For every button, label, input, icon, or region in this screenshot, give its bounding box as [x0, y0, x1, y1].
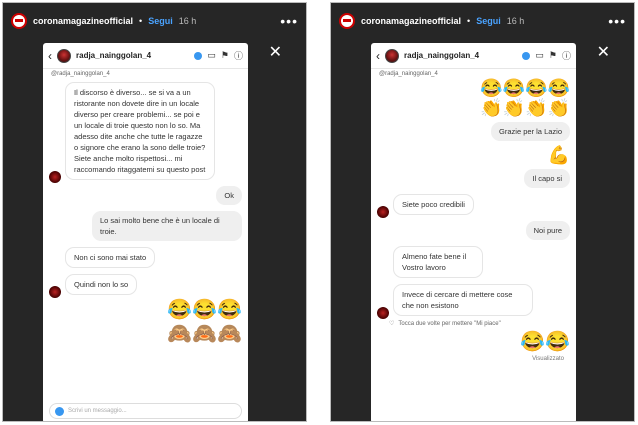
message-list: 😂😂😂😂 👏👏👏👏 Grazie per la Lazio 💪 Il capo …	[371, 79, 576, 365]
emoji-message[interactable]: 🙈🙈🙈	[49, 322, 242, 346]
sender-avatar	[49, 171, 61, 183]
magazine-avatar[interactable]	[11, 13, 27, 29]
verified-icon	[194, 51, 203, 60]
message-row: Il capo si	[377, 166, 570, 191]
story-header: coronamagazineofficial • Segui 16 h •••	[11, 11, 298, 31]
back-icon[interactable]: ‹	[48, 49, 52, 63]
follow-button[interactable]: Segui	[148, 16, 173, 26]
message-row: Il discorso è diverso... se si va a un r…	[49, 79, 242, 183]
dm-header: ‹ radja_nainggolan_4 ▭ ⚑ ⓘ	[43, 43, 248, 69]
heart-icon[interactable]: ♡	[389, 319, 394, 330]
message-row: Non ci sono mai stato	[49, 244, 242, 271]
back-icon[interactable]: ‹	[376, 49, 380, 63]
message-row: Quindi non lo so	[49, 271, 242, 298]
input-placeholder: Scrivi un messaggio...	[68, 408, 127, 414]
story-username[interactable]: coronamagazineofficial	[361, 16, 461, 26]
message-input[interactable]: Scrivi un messaggio...	[49, 403, 242, 419]
message-bubble-in[interactable]: Invece di cercare di mettere cose che no…	[393, 284, 533, 316]
more-options-icon[interactable]: •••	[280, 13, 298, 29]
story-time: 16 h	[178, 16, 197, 26]
close-icon[interactable]: ✕	[597, 45, 610, 61]
story-username[interactable]: coronamagazineofficial	[33, 16, 133, 26]
video-icon[interactable]: ▭	[207, 50, 216, 61]
more-options-icon[interactable]: •••	[608, 13, 626, 29]
dm-screenshot: ‹ radja_nainggolan_4 ▭ ⚑ ⓘ @radja_naingg…	[43, 43, 248, 421]
message-row: Almeno fate bene il Vostro lavoro	[377, 243, 570, 281]
dm-avatar[interactable]	[385, 48, 399, 63]
message-bubble-out[interactable]: Lo sai molto bene che è un locale di tro…	[92, 211, 242, 241]
message-row: Grazie per la Lazio	[377, 119, 570, 144]
dm-screenshot: ‹ radja_nainggolan_4 ▭ ⚑ ⓘ @radja_naingg…	[371, 43, 576, 421]
info-icon[interactable]: ⓘ	[562, 49, 571, 62]
mention-handle: @radja_nainggolan_4	[51, 71, 110, 77]
like-hint: ♡ Tocca due volte per mettere "Mi piace"	[377, 319, 570, 330]
dm-username[interactable]: radja_nainggolan_4	[76, 51, 189, 60]
close-icon[interactable]: ✕	[269, 45, 282, 61]
emoji-message[interactable]: 😂😂	[377, 330, 570, 354]
emoji-message[interactable]: 💪	[377, 144, 570, 166]
message-list: Il discorso è diverso... se si va a un r…	[43, 79, 248, 346]
dm-avatar[interactable]	[57, 48, 71, 63]
message-bubble-in[interactable]: Almeno fate bene il Vostro lavoro	[393, 246, 483, 278]
flag-icon[interactable]: ⚑	[221, 50, 229, 61]
story-panel-right: coronamagazineofficial • Segui 16 h ••• …	[330, 2, 635, 422]
message-bubble-in[interactable]: Non ci sono mai stato	[65, 247, 156, 268]
message-row: Invece di cercare di mettere cose che no…	[377, 281, 570, 319]
dm-username[interactable]: radja_nainggolan_4	[404, 51, 517, 60]
message-bubble-out[interactable]: Grazie per la Lazio	[491, 122, 570, 141]
dm-header: ‹ radja_nainggolan_4 ▭ ⚑ ⓘ	[371, 43, 576, 69]
verified-icon	[522, 51, 531, 60]
flag-icon[interactable]: ⚑	[549, 50, 557, 61]
emoji-message[interactable]: 😂😂😂😂	[377, 79, 570, 97]
sender-avatar	[377, 307, 389, 319]
follow-button[interactable]: Segui	[476, 16, 501, 26]
message-bubble-in[interactable]: Il discorso è diverso... se si va a un r…	[65, 82, 215, 180]
sender-avatar	[377, 206, 389, 218]
message-row: Lo sai molto bene che è un locale di tro…	[49, 208, 242, 244]
seen-status: Visualizzato	[532, 356, 564, 362]
message-row: Siete poco credibili	[377, 191, 570, 218]
camera-icon[interactable]	[55, 406, 64, 416]
story-header: coronamagazineofficial • Segui 16 h •••	[339, 11, 626, 31]
message-bubble-in[interactable]: Quindi non lo so	[65, 274, 138, 295]
info-icon[interactable]: ⓘ	[234, 49, 243, 62]
message-bubble-out[interactable]: Noi pure	[525, 221, 570, 240]
story-time: 16 h	[506, 16, 525, 26]
message-row: Ok	[49, 183, 242, 208]
emoji-message[interactable]: 😂😂😂	[49, 298, 242, 322]
dot-separator: •	[139, 16, 143, 26]
message-bubble-in[interactable]: Siete poco credibili	[393, 194, 474, 215]
video-icon[interactable]: ▭	[535, 50, 544, 61]
message-row: Noi pure	[377, 218, 570, 243]
emoji-message[interactable]: 👏👏👏👏	[377, 97, 570, 119]
story-panel-left: coronamagazineofficial • Segui 16 h ••• …	[2, 2, 307, 422]
message-bubble-out[interactable]: Il capo si	[524, 169, 570, 188]
magazine-avatar[interactable]	[339, 13, 355, 29]
message-bubble-out[interactable]: Ok	[216, 186, 242, 205]
sender-avatar	[49, 286, 61, 298]
like-hint-text: Tocca due volte per mettere "Mi piace"	[398, 321, 501, 327]
dot-separator: •	[467, 16, 471, 26]
